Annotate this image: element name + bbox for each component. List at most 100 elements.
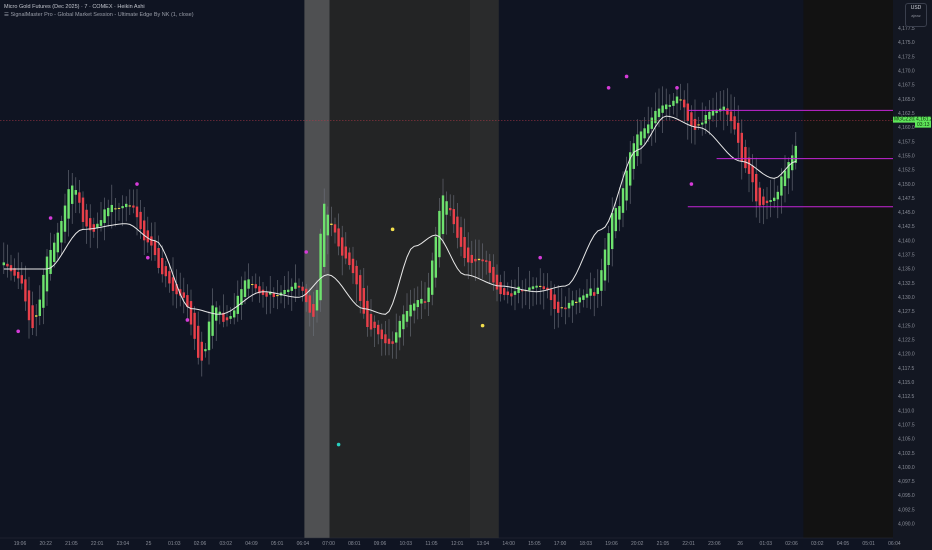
candle-body (146, 230, 149, 243)
price-tick-label: 4,172.5 (898, 54, 915, 60)
candle-body (243, 280, 247, 297)
time-tick-label: 10:03 (400, 541, 413, 547)
candle-body (665, 104, 668, 110)
candle-body (99, 220, 103, 226)
candle-body (481, 259, 484, 262)
future-area (803, 0, 893, 538)
candle-body (564, 307, 567, 310)
chart-area[interactable]: 4,177.5 4,175.0 4,172.5 4,170.0 4,167.5 4,165… (0, 0, 932, 550)
price-tick-label: 4,095.0 (898, 493, 915, 499)
candle-body (636, 134, 639, 157)
time-tick-label: 21:05 (65, 541, 78, 547)
time-tick-label: 20:22 (39, 541, 52, 547)
candle-body (74, 190, 77, 195)
candle-body (726, 108, 729, 115)
candle-body (405, 310, 409, 322)
candle-body (488, 261, 491, 273)
candle-body (60, 220, 63, 243)
price-tick-label: 4,100.0 (898, 465, 915, 471)
price-tick-label: 4,132.5 (898, 281, 915, 287)
candle-body (305, 288, 308, 303)
indicator-legend[interactable]: ☰ SignalMaster Pro - Global Market Sessi… (4, 11, 194, 19)
candle-body (506, 291, 509, 296)
candle-body (751, 165, 754, 183)
price-chart[interactable]: 4,177.54,175.04,172.54,170.04,167.54,165… (0, 0, 932, 550)
candle-body (35, 315, 38, 317)
candle-body (71, 185, 74, 204)
price-tick-label: 4,140.0 (898, 238, 915, 244)
signal-dot-4 (185, 318, 190, 322)
candle-body (171, 277, 175, 291)
candle-body (341, 237, 344, 256)
candle-body (747, 157, 751, 174)
candle-body (744, 146, 747, 169)
candle-body (456, 216, 459, 238)
candle-body (438, 210, 441, 258)
candle-body (229, 316, 232, 319)
candle-body (344, 246, 347, 259)
price-tick-label: 4,167.5 (898, 83, 915, 89)
symbol-title[interactable]: Micro Gold Futures (Dec 2025) · 7 · COME… (4, 3, 194, 11)
candle-body (445, 201, 448, 215)
candle-body (773, 197, 776, 201)
candle-body (517, 286, 520, 294)
currency-selector[interactable]: USD ajeaz (905, 3, 927, 27)
time-tick-label: 23:06 (708, 541, 721, 547)
candle-body (765, 200, 769, 204)
price-tick-label: 4,175.0 (898, 40, 915, 46)
candle-body (200, 341, 203, 361)
candle-body (711, 110, 715, 116)
price-tick-label: 4,105.0 (898, 437, 915, 443)
candle-body (639, 131, 643, 146)
candle-body (114, 208, 117, 210)
price-tick-label: 4,092.5 (898, 507, 915, 513)
candle-body (107, 207, 110, 217)
candle-body (132, 205, 135, 208)
signal-dot-1 (48, 216, 53, 220)
candle-body (593, 292, 596, 296)
candle-body (251, 284, 254, 286)
candle-body (182, 292, 185, 298)
candle-body (463, 237, 466, 259)
candle-body (679, 99, 682, 101)
price-tick-label: 4,150.0 (898, 182, 915, 188)
candle-body (567, 302, 571, 309)
price-tick-label: 4,112.5 (898, 394, 915, 400)
candle-body (78, 192, 81, 203)
candle-body (661, 105, 664, 113)
price-tick-label: 4,120.0 (898, 352, 915, 358)
candle-body (369, 313, 373, 330)
candle-body (391, 341, 394, 344)
candle-body (326, 214, 329, 236)
candle-body (589, 288, 592, 296)
price-tick-label: 4,147.5 (898, 196, 915, 202)
candle-body (470, 254, 473, 263)
candle-body (600, 270, 603, 291)
price-tick-label: 4,157.5 (898, 139, 915, 145)
signal-dot-3 (146, 255, 150, 260)
candle-body (42, 274, 45, 308)
time-tick-label: 21:05 (657, 541, 670, 547)
candle-body (758, 187, 761, 206)
candle-body (85, 209, 88, 227)
candle-body (704, 115, 707, 124)
candle-body (729, 111, 733, 122)
candle-body (276, 295, 279, 297)
candle-body (135, 206, 139, 218)
candle-body (542, 286, 545, 290)
candle-body (38, 299, 41, 316)
time-tick-label: 20:02 (631, 541, 644, 547)
candle-body (607, 233, 610, 266)
candle-body (9, 265, 13, 272)
time-tick-label: 22:01 (682, 541, 695, 547)
candle-body (434, 236, 437, 278)
candle-body (283, 289, 286, 295)
candle-body (675, 96, 679, 104)
candle-body (362, 288, 365, 314)
candle-body (225, 317, 229, 321)
candle-body (449, 207, 452, 211)
candle-body (686, 103, 689, 121)
price-tick-label: 4,107.5 (898, 422, 915, 428)
time-tick-label: 06:04 (297, 541, 310, 547)
candle-body (81, 197, 85, 222)
